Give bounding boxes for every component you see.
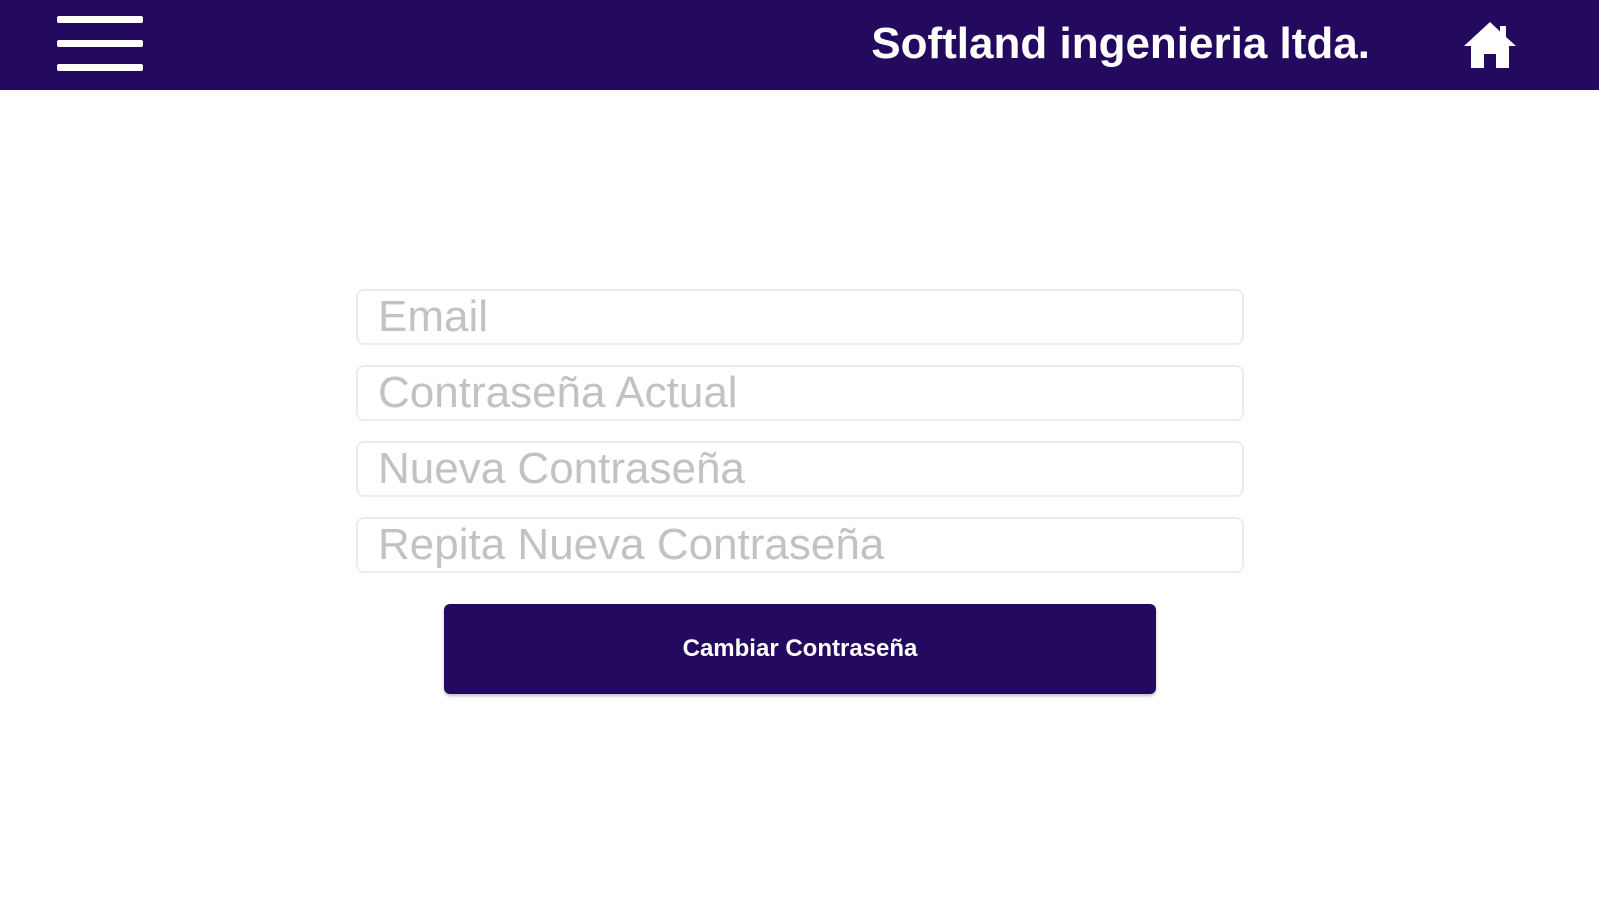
menu-icon-bar bbox=[57, 16, 143, 23]
top-app-bar: Softland ingenieria ltda. bbox=[0, 0, 1599, 90]
menu-icon-bar bbox=[57, 40, 143, 47]
home-icon[interactable] bbox=[1462, 18, 1518, 74]
repeat-new-password-field[interactable] bbox=[356, 517, 1244, 573]
email-field[interactable] bbox=[356, 289, 1244, 345]
menu-icon-bar bbox=[57, 64, 143, 71]
hamburger-menu-icon[interactable] bbox=[52, 12, 144, 76]
current-password-field[interactable] bbox=[356, 365, 1244, 421]
app-title: Softland ingenieria ltda. bbox=[871, 19, 1370, 68]
new-password-field[interactable] bbox=[356, 441, 1244, 497]
change-password-button[interactable]: Cambiar Contraseña bbox=[444, 604, 1156, 694]
